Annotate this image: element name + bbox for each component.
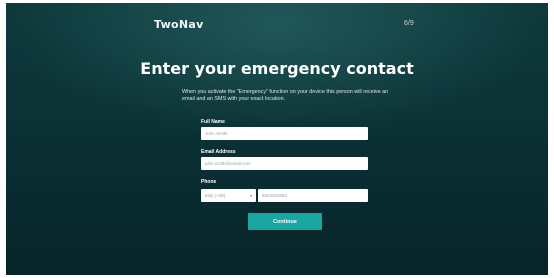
phone-label: Phone — [201, 179, 217, 185]
country-code-value: Italy (+39) — [205, 193, 226, 198]
full-name-label: Full Name — [201, 119, 225, 125]
country-code-select[interactable]: Italy (+39) ▾ — [201, 189, 256, 202]
full-name-placeholder: John Smith — [205, 131, 228, 136]
email-field[interactable]: john.smith@email.com — [201, 157, 368, 170]
page-title: Enter your emergency contact — [140, 59, 414, 78]
phone-placeholder: 6604023684 — [262, 193, 288, 198]
page-description: When you activate the "Emergency" functi… — [182, 89, 389, 103]
continue-button[interactable]: Continue — [248, 213, 322, 230]
onboarding-screen: TwoNav 6/9 Enter your emergency contact … — [6, 3, 548, 275]
email-label: Email Address — [201, 149, 236, 155]
email-placeholder: john.smith@email.com — [205, 161, 251, 166]
chevron-down-icon: ▾ — [249, 193, 252, 198]
step-indicator: 6/9 — [404, 20, 414, 27]
phone-field[interactable]: 6604023684 — [258, 189, 368, 202]
brand-logo: TwoNav — [154, 18, 204, 31]
full-name-field[interactable]: John Smith — [201, 127, 368, 140]
